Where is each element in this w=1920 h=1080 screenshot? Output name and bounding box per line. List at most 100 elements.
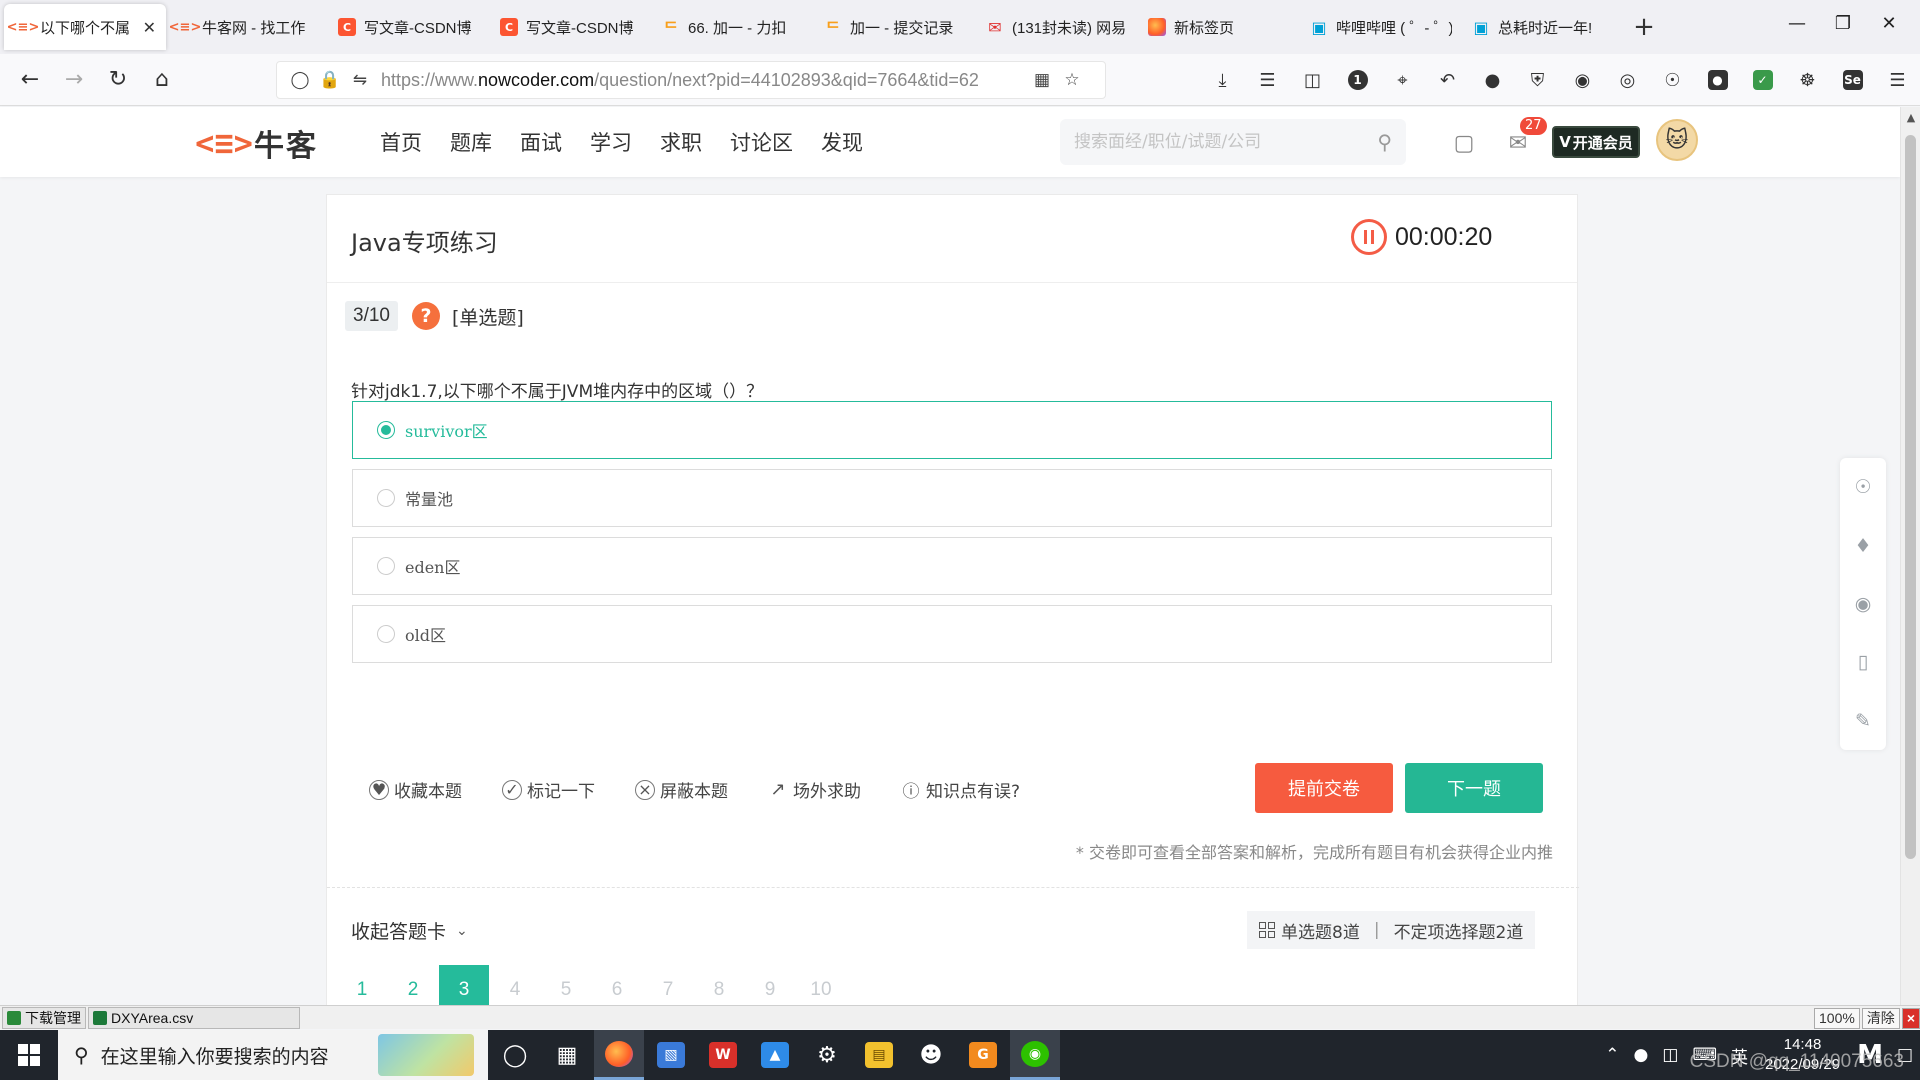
cloud-drive-icon[interactable]: ▲ [750,1030,800,1080]
new-tab-button[interactable]: + [1624,4,1664,50]
nav-link[interactable]: 首页 [380,127,422,157]
windows-start-icon[interactable] [0,1030,58,1080]
shield-icon[interactable]: ◯ [285,70,315,90]
feedback-icon[interactable]: ✎ [1851,709,1875,733]
back-arrow-icon[interactable]: ← [8,60,52,100]
collapse-answer-sheet-button[interactable]: 收起答题卡 ⌄ [351,917,468,944]
extension-settings-icon[interactable]: ☸ [1785,60,1830,100]
pdf-app-icon[interactable]: G [958,1030,1008,1080]
nav-link[interactable]: 发现 [821,127,863,157]
firefox-taskbar-icon[interactable] [594,1030,644,1080]
sidebar-icon[interactable]: ◫ [1290,60,1335,100]
settings-gear-icon[interactable]: ⚙ [802,1030,852,1080]
browser-tab[interactable]: C 写文章-CSDN博 [490,4,652,50]
selenium-icon[interactable]: Se [1830,60,1875,100]
task-view-icon[interactable]: ▦ [542,1030,592,1080]
wechat-icon[interactable]: ◉ [1851,592,1875,616]
library-icon[interactable]: ☰ [1245,60,1290,100]
undo-icon[interactable]: ↶ [1425,60,1470,100]
answer-sheet-item[interactable]: 5 [541,965,591,1005]
answer-option[interactable]: 常量池 [352,469,1552,527]
help-icon[interactable]: ? [411,302,440,330]
answer-sheet-item[interactable]: 8 [694,965,744,1005]
shield-extension-icon[interactable]: ⛨ [1515,60,1560,100]
sync-icon[interactable]: ◎ [1605,60,1650,100]
radio-button[interactable] [377,489,395,507]
lock-icon[interactable]: 🔒 [315,70,345,90]
mobile-icon[interactable]: ▯ [1851,650,1875,674]
site-search-input[interactable] [1074,132,1378,152]
url-text[interactable]: https://www.nowcoder.com/question/next?p… [381,70,1021,91]
favorite-button[interactable]: ♥ 收藏本题 [369,777,462,802]
weibo-icon[interactable]: ☉ [1851,475,1875,499]
browser-tab[interactable]: ✉ (131封未读) 网易 [976,4,1138,50]
answer-sheet-item[interactable]: 10 [796,965,846,1005]
file-explorer-icon[interactable]: ▤ [854,1030,904,1080]
nav-link[interactable]: 求职 [660,127,702,157]
next-question-button[interactable]: 下一题 [1405,763,1543,813]
zoom-level[interactable]: 100% [1814,1007,1860,1029]
answer-option[interactable]: old区 [352,605,1552,663]
answer-sheet-item[interactable]: 1 [337,965,387,1005]
close-tab-icon[interactable]: ✕ [143,18,156,37]
tray-app-icon[interactable]: ● [1634,1045,1649,1065]
pocket-icon[interactable]: ◉ [1560,60,1605,100]
extension-circles-icon[interactable]: ● [1470,60,1515,100]
minimize-window-button[interactable]: — [1774,0,1820,46]
nav-link[interactable]: 题库 [450,127,492,157]
taskbar-search[interactable]: ⚲ 在这里输入你要搜索的内容 [58,1030,488,1080]
forward-arrow-icon[interactable]: → [52,60,96,100]
ask-help-button[interactable]: ↗ 场外求助 [768,777,861,802]
answer-option[interactable]: survivor区 [352,401,1552,459]
page-scrollbar[interactable]: ▲ ▼ [1900,107,1920,1029]
menu-icon[interactable]: ☰ [1875,60,1920,100]
wechat-taskbar-icon[interactable]: ◉ [1010,1030,1060,1080]
tampermonkey-icon[interactable]: ● [1695,60,1740,100]
browser-tab[interactable]: 新标签页 [1138,4,1300,50]
contest-icon[interactable]: ▢ [1450,129,1478,157]
answer-option[interactable]: eden区 [352,537,1552,595]
search-icon[interactable]: ⚲ [1377,130,1392,154]
anime-app-icon[interactable]: ☻ [906,1030,956,1080]
browser-tab[interactable]: C 写文章-CSDN博 [328,4,490,50]
close-window-button[interactable]: ✕ [1866,0,1912,46]
bookmark-star-icon[interactable]: ☆ [1057,70,1087,90]
chevron-up-icon[interactable]: ⌃ [1605,1045,1619,1065]
vip-button[interactable]: V 开通会员 [1552,126,1640,158]
wps-icon[interactable]: W [698,1030,748,1080]
browser-tab[interactable]: ᄃ 66. 加一 - 力扣 [652,4,814,50]
file-archive-icon[interactable]: ▧ [646,1030,696,1080]
report-error-button[interactable]: ⓘ 知识点有误? [901,777,1021,802]
qr-code-icon[interactable]: ▦ [1027,70,1057,90]
browser-tab[interactable]: <≡> 牛客网 - 找工作 [166,4,328,50]
nav-link[interactable]: 面试 [520,127,562,157]
address-bar[interactable]: ◯ 🔒 ⇋ https://www.nowcoder.com/question/… [276,61,1106,99]
network-icon[interactable]: ◫ [1662,1045,1678,1065]
site-logo[interactable]: <≡> 牛客 [195,121,318,165]
scrollbar-thumb[interactable] [1905,135,1916,859]
clear-downloads-button[interactable]: 清除 [1861,1007,1900,1029]
avatar[interactable]: 🐱 [1656,119,1698,161]
answer-sheet-item[interactable]: 6 [592,965,642,1005]
radio-button[interactable] [377,421,395,439]
answer-sheet-item[interactable]: 4 [490,965,540,1005]
browser-tab[interactable]: ▣ 总耗时近一年! [1462,4,1624,50]
download-file-item[interactable]: DXYArea.csv [88,1006,300,1029]
browser-tab[interactable]: <≡> 以下哪个不属 ✕ [4,4,166,50]
home-icon[interactable]: ⌂ [140,60,184,100]
site-search[interactable]: ⚲ [1060,119,1406,165]
extension-1-icon[interactable]: 1 [1335,60,1380,100]
crop-icon[interactable]: ⌖ [1380,60,1425,100]
qq-icon[interactable]: ♦ [1851,534,1875,558]
browser-tab[interactable]: ᄃ 加一 - 提交记录 [814,4,976,50]
permissions-icon[interactable]: ⇋ [345,70,375,90]
block-button[interactable]: × 屏蔽本题 [635,777,728,802]
mark-button[interactable]: ✓ 标记一下 [502,777,595,802]
answer-sheet-item[interactable]: 3 [439,965,489,1005]
browser-tab[interactable]: ▣ 哔哩哔哩 ( ゜- ゜) [1300,4,1462,50]
answer-sheet-item[interactable]: 7 [643,965,693,1005]
radio-button[interactable] [377,557,395,575]
radio-button[interactable] [377,625,395,643]
mail-icon[interactable]: ✉ 27 [1504,117,1547,157]
restore-window-button[interactable]: ❐ [1820,0,1866,46]
